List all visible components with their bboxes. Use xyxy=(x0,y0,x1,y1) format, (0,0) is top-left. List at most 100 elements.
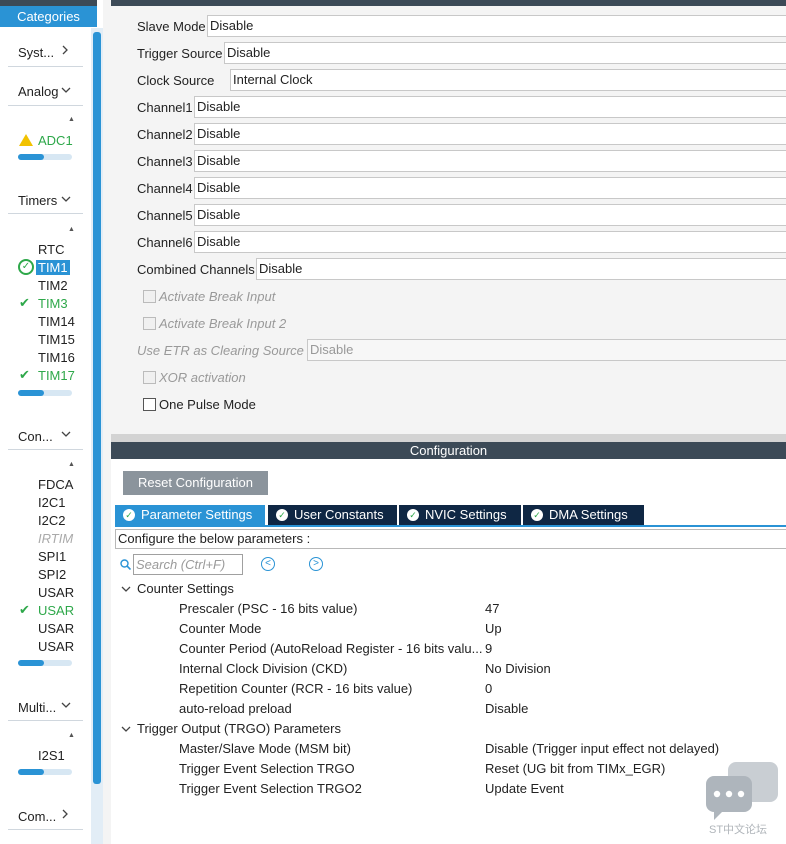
channel4-label: Channel4 xyxy=(137,181,193,196)
channel6-select[interactable]: Disable xyxy=(194,231,786,253)
sort-icon[interactable]: ▲ xyxy=(68,461,75,468)
counter-settings-group[interactable]: Counter Settings xyxy=(137,581,234,596)
mini-scrollbar[interactable] xyxy=(18,390,72,396)
chevron-down-icon[interactable] xyxy=(60,193,71,205)
param-trgo-value[interactable]: Reset (UG bit from TIMx_EGR) xyxy=(485,761,665,776)
section-system-core[interactable]: Syst... xyxy=(18,45,54,60)
check-circle-icon: ✓ xyxy=(407,509,419,521)
configuration-panel: Reset Configuration ✓ Parameter Settings… xyxy=(111,459,786,844)
tab-user-constants[interactable]: ✓ User Constants xyxy=(268,505,397,525)
watermark-text: ST中文论坛 xyxy=(709,824,768,836)
mini-scrollbar[interactable] xyxy=(18,660,72,666)
break-input2-checkbox[interactable] xyxy=(143,317,156,330)
chevron-down-icon[interactable] xyxy=(60,428,71,440)
slave-mode-select[interactable]: Disable xyxy=(207,15,786,37)
warning-icon xyxy=(19,134,33,146)
chevron-down-icon[interactable] xyxy=(121,585,131,596)
sidebar-item-spi1[interactable]: SPI1 xyxy=(38,549,66,564)
param-auto-reload-value[interactable]: Disable xyxy=(485,701,528,716)
param-msm-value[interactable]: Disable (Trigger input effect not delaye… xyxy=(485,741,719,756)
tab-dma-settings[interactable]: ✓ DMA Settings xyxy=(523,505,644,525)
xor-activation-label: XOR activation xyxy=(159,370,246,385)
sort-icon[interactable]: ▲ xyxy=(68,116,75,123)
mini-scrollbar[interactable] xyxy=(18,769,72,775)
param-rcr-name: Repetition Counter (RCR - 16 bits value) xyxy=(179,681,413,696)
sidebar-item-tim3[interactable]: TIM3 xyxy=(38,296,68,311)
param-prescaler-value[interactable]: 47 xyxy=(485,601,499,616)
channel6-label: Channel6 xyxy=(137,235,193,250)
check-icon: ✔ xyxy=(19,602,30,617)
sidebar-item-tim17[interactable]: TIM17 xyxy=(38,368,75,383)
previous-icon[interactable]: < xyxy=(261,557,275,571)
sidebar-item-usart[interactable]: USAR xyxy=(38,585,74,600)
channel3-select[interactable]: Disable xyxy=(194,150,786,172)
sidebar-item-adc1[interactable]: ADC1 xyxy=(38,133,73,148)
combined-channels-label: Combined Channels xyxy=(137,262,255,277)
channel5-select[interactable]: Disable xyxy=(194,204,786,226)
sidebar-item-usart[interactable]: USAR xyxy=(38,621,74,636)
channel4-select[interactable]: Disable xyxy=(194,177,786,199)
section-computing[interactable]: Com... xyxy=(18,809,56,824)
sidebar-item-i2s1[interactable]: I2S1 xyxy=(38,748,65,763)
panel-splitter[interactable] xyxy=(111,434,786,442)
section-connectivity[interactable]: Con... xyxy=(18,429,53,444)
etr-clearing-select[interactable]: Disable xyxy=(307,339,786,361)
section-multimedia[interactable]: Multi... xyxy=(18,700,56,715)
sidebar-item-usart[interactable]: USAR xyxy=(38,603,74,618)
sort-icon[interactable]: ▲ xyxy=(68,226,75,233)
sidebar-item-irtim[interactable]: IRTIM xyxy=(38,531,73,546)
clock-source-select[interactable]: Internal Clock xyxy=(230,69,786,91)
etr-clearing-label: Use ETR as Clearing Source xyxy=(137,343,304,358)
xor-activation-checkbox[interactable] xyxy=(143,371,156,384)
categories-sidebar: Categories Syst... Analog ▲ ADC1 Timers … xyxy=(0,0,103,844)
tab-nvic-settings[interactable]: ✓ NVIC Settings xyxy=(399,505,521,525)
chevron-down-icon[interactable] xyxy=(60,84,71,96)
search-input[interactable]: Search (Ctrl+F) xyxy=(133,554,243,575)
mini-scrollbar[interactable] xyxy=(18,154,72,160)
one-pulse-mode-checkbox[interactable] xyxy=(143,398,156,411)
mode-header xyxy=(111,0,786,6)
main-panel: Slave Mode Disable Trigger Source Disabl… xyxy=(103,0,786,844)
channel5-label: Channel5 xyxy=(137,208,193,223)
section-timers[interactable]: Timers xyxy=(18,193,57,208)
sidebar-item-i2c2[interactable]: I2C2 xyxy=(38,513,65,528)
trigger-source-select[interactable]: Disable xyxy=(224,42,786,64)
sidebar-scrollbar-thumb[interactable] xyxy=(93,32,101,784)
sidebar-item-fdcan[interactable]: FDCA xyxy=(38,477,73,492)
param-trgo-name: Trigger Event Selection TRGO xyxy=(179,761,355,776)
trgo-parameters-group[interactable]: Trigger Output (TRGO) Parameters xyxy=(137,721,341,736)
channel3-label: Channel3 xyxy=(137,154,193,169)
section-analog[interactable]: Analog xyxy=(18,84,58,99)
sidebar-item-tim2[interactable]: TIM2 xyxy=(38,278,68,293)
categories-header[interactable]: Categories xyxy=(0,6,97,27)
channel2-select[interactable]: Disable xyxy=(194,123,786,145)
chevron-down-icon[interactable] xyxy=(121,725,131,736)
sidebar-item-tim1[interactable]: TIM1 xyxy=(36,260,70,275)
sidebar-item-i2c1[interactable]: I2C1 xyxy=(38,495,65,510)
chevron-right-icon[interactable] xyxy=(60,44,70,56)
sidebar-item-tim16[interactable]: TIM16 xyxy=(38,350,75,365)
tabs-underline xyxy=(115,525,786,527)
channel1-select[interactable]: Disable xyxy=(194,96,786,118)
check-icon: ✔ xyxy=(19,367,30,382)
sidebar-item-usart[interactable]: USAR xyxy=(38,639,74,654)
sort-icon[interactable]: ▲ xyxy=(68,732,75,739)
sidebar-item-spi2[interactable]: SPI2 xyxy=(38,567,66,582)
param-trgo2-value[interactable]: Update Event xyxy=(485,781,564,796)
chevron-right-icon[interactable] xyxy=(60,808,70,820)
param-counter-mode-value[interactable]: Up xyxy=(485,621,502,636)
break-input-checkbox[interactable] xyxy=(143,290,156,303)
sidebar-item-rtc[interactable]: RTC xyxy=(38,242,64,257)
param-rcr-value[interactable]: 0 xyxy=(485,681,492,696)
param-counter-period-value[interactable]: 9 xyxy=(485,641,492,656)
sidebar-item-tim14[interactable]: TIM14 xyxy=(38,314,75,329)
reset-configuration-button[interactable]: Reset Configuration xyxy=(123,471,268,495)
tab-parameter-settings[interactable]: ✓ Parameter Settings xyxy=(115,505,265,525)
configuration-header: Configuration xyxy=(111,442,786,459)
trigger-source-label: Trigger Source xyxy=(137,46,223,61)
param-ckd-value[interactable]: No Division xyxy=(485,661,551,676)
next-icon[interactable]: > xyxy=(309,557,323,571)
chevron-down-icon[interactable] xyxy=(60,699,71,711)
combined-channels-select[interactable]: Disable xyxy=(256,258,786,280)
sidebar-item-tim15[interactable]: TIM15 xyxy=(38,332,75,347)
